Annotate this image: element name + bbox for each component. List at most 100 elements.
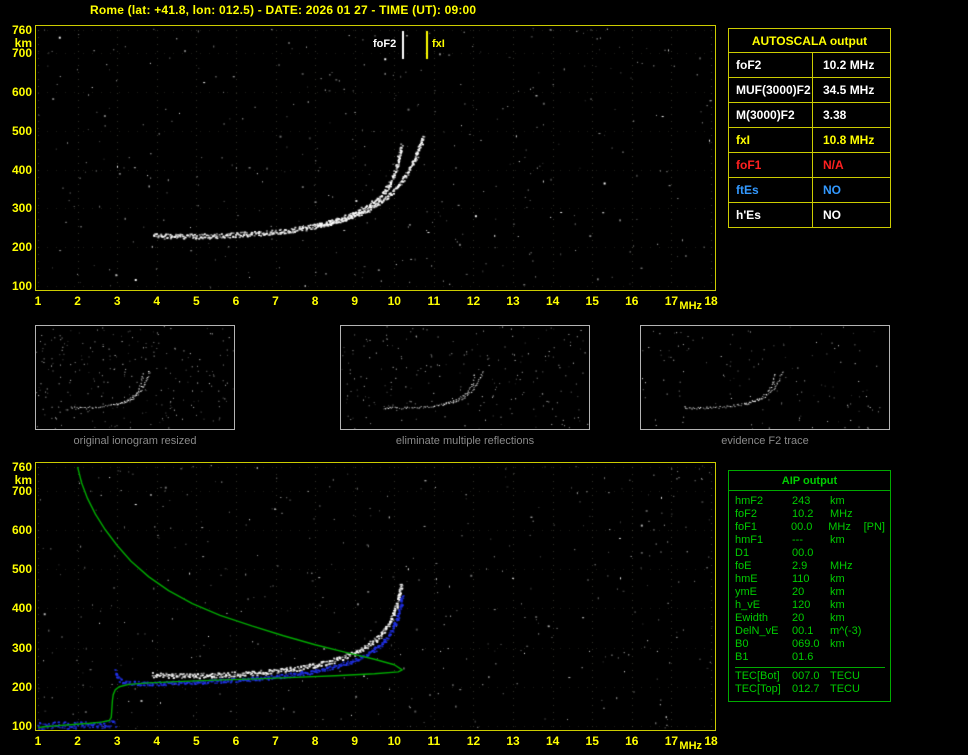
- x-tick-label: 11: [427, 734, 441, 748]
- aip-row-unit: [830, 547, 866, 560]
- aip-row: hmF1 --- km: [735, 534, 885, 547]
- aip-row-unit: MHz: [830, 560, 853, 572]
- autoscala-row-value: 10.2 MHz: [812, 52, 891, 78]
- y-tick-label: 760: [11, 23, 32, 37]
- aip-row-value: 069.0: [792, 638, 820, 650]
- autoscala-row-label: foF1: [728, 152, 813, 178]
- y-tick-label: 200: [11, 240, 32, 255]
- aip-row-value: 00.0: [792, 547, 814, 559]
- aip-row-extra: [866, 508, 885, 521]
- aip-row-value: 20: [792, 612, 805, 624]
- aip-row: foF1 00.0 MHz [PN]: [735, 521, 885, 534]
- thumbnail-multiple-reflections: [340, 325, 590, 430]
- autoscala-row-label: foF2: [728, 52, 813, 78]
- aip-row-label: TEC[Bot]: [735, 670, 780, 682]
- aip-row-label: h_vE: [735, 599, 761, 611]
- autoscala-row-value: NO: [812, 202, 891, 228]
- autoscala-row: fxI 10.8 MHz: [728, 127, 891, 153]
- x-tick-label: 6: [232, 294, 240, 308]
- aip-row: foE 2.9 MHz: [735, 560, 885, 573]
- aip-row-extra: [866, 625, 885, 638]
- x-tick-label: 12: [466, 294, 481, 308]
- autoscala-table-body: foF2 10.2 MHz MUF(3000)F2 34.5 MHz M(3000)F2…: [728, 52, 891, 228]
- x-tick-label: 14: [545, 734, 560, 748]
- aip-row-unit: MHz: [830, 508, 853, 520]
- x-tick-label: 15: [585, 734, 599, 748]
- x-tick-label: 12: [466, 734, 481, 748]
- aip-row-label: B1: [735, 651, 749, 663]
- aip-row-unit: MHz: [828, 521, 851, 533]
- x-axis-unit-label: MHz: [679, 740, 703, 752]
- x-tick-label: 2: [74, 294, 81, 308]
- aip-row-label: foE: [735, 560, 752, 572]
- main-ionogram-canvas: [36, 26, 715, 290]
- y-tick-label: 300: [11, 640, 32, 655]
- aip-row-value: 110: [792, 573, 810, 585]
- y-tick-label: 400: [11, 162, 32, 177]
- x-tick-label: 3: [113, 294, 121, 308]
- aip-row: B1 01.6: [735, 651, 885, 664]
- x-tick-label: 5: [193, 294, 200, 308]
- aip-row-unit: km: [830, 534, 845, 546]
- profile-ionogram: [35, 462, 716, 731]
- aip-row-unit: m^(-3): [830, 625, 862, 637]
- aip-row-value: 00.0: [790, 521, 813, 533]
- aip-row-label: ymE: [735, 586, 757, 598]
- x-tick-label: 16: [625, 294, 639, 308]
- aip-row-label: Ewidth: [735, 612, 769, 624]
- aip-row-extra: [866, 495, 885, 508]
- x-tick-label: 7: [272, 734, 279, 748]
- x-tick-label: 13: [506, 294, 520, 308]
- aip-row: D1 00.0: [735, 547, 885, 560]
- aip-row: TEC[Top] 012.7 TECU: [735, 683, 885, 696]
- thumbnail-multiple-reflections-canvas: [341, 326, 589, 429]
- aip-row-unit: km: [830, 638, 845, 650]
- thumbnail-f2-trace-canvas: [641, 326, 889, 429]
- aip-row-extra: [866, 683, 885, 696]
- x-tick-label: 5: [193, 734, 200, 748]
- aip-row-unit: [830, 651, 866, 664]
- aip-row-unit: km: [830, 586, 845, 598]
- thumbnail-original-canvas: [36, 326, 234, 429]
- aip-row-extra: [866, 651, 885, 664]
- aip-row-unit: TECU: [830, 683, 860, 695]
- aip-row-extra: [PN]: [863, 521, 885, 533]
- autoscala-row-value: 3.38: [812, 102, 891, 128]
- aip-row-unit: km: [830, 495, 845, 507]
- aip-row-unit: TECU: [830, 670, 860, 682]
- autoscala-table-title: AUTOSCALA output: [728, 28, 891, 53]
- aip-row-label: DelN_vE: [735, 625, 779, 637]
- aip-row-label: TEC[Top]: [735, 683, 781, 695]
- autoscala-row-label: M(3000)F2: [728, 102, 813, 128]
- aip-row: foF2 10.2 MHz: [735, 508, 885, 521]
- x-tick-label: 9: [351, 734, 359, 748]
- aip-row-value: ---: [792, 534, 803, 546]
- aip-row: DelN_vE 00.1 m^(-3): [735, 625, 885, 638]
- thumbnail-caption: evidence F2 trace: [721, 435, 809, 447]
- aip-row: hmF2 243 km: [735, 495, 885, 508]
- autoscala-row: M(3000)F2 3.38: [728, 102, 891, 128]
- x-tick-label: 15: [585, 294, 599, 308]
- x-tick-label: 4: [153, 294, 161, 308]
- aip-row: ymE 20 km: [735, 586, 885, 599]
- aip-row: Ewidth 20 km: [735, 612, 885, 625]
- aip-row-value: 00.1: [792, 625, 814, 637]
- aip-row: h_vE 120 km: [735, 599, 885, 612]
- thumbnail-original-ionogram: [35, 325, 235, 430]
- x-tick-label: 8: [311, 294, 319, 308]
- x-tick-label: 1: [34, 294, 42, 308]
- aip-row-value: 10.2: [792, 508, 814, 520]
- x-tick-label: 11: [427, 294, 441, 308]
- aip-row-extra: [866, 670, 885, 683]
- aip-row: B0 069.0 km: [735, 638, 885, 651]
- y-tick-label: 500: [11, 123, 32, 138]
- thumbnail-caption: original ionogram resized: [73, 435, 197, 447]
- autoscala-row-label: MUF(3000)F2: [728, 77, 813, 103]
- aip-row-extra: [866, 534, 885, 547]
- x-tick-label: 2: [74, 734, 81, 748]
- aip-row-unit: km: [830, 599, 845, 611]
- autoscala-row-value: 34.5 MHz: [812, 77, 891, 103]
- x-tick-label: 17: [664, 734, 679, 748]
- autoscala-table-header-row: AUTOSCALA output: [728, 28, 891, 53]
- x-tick-label: 8: [311, 734, 319, 748]
